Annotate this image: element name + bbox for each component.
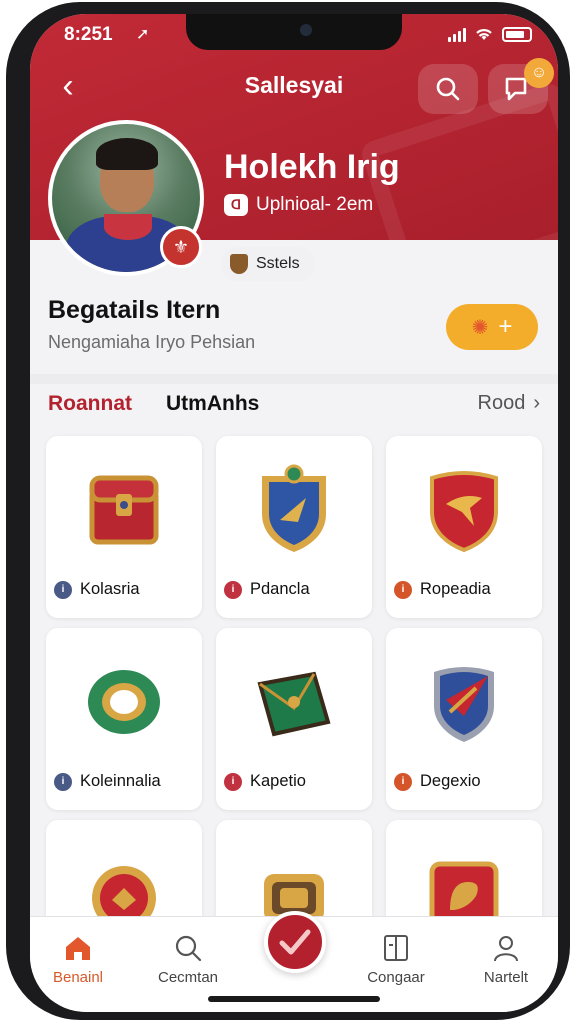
item-label: Kolasria [80,580,140,598]
player-name: Holekh Irig [224,148,400,186]
tab-search[interactable]: Cecmtan [140,933,236,986]
player-subtitle-text: Uplnioal- 2em [256,194,374,215]
section-divider [30,374,558,384]
section-title: Begatails Itern [48,296,221,324]
tab-active[interactable]: Roannat [48,392,132,416]
item-label: Ropeadia [420,580,491,598]
status-bar: 8:251 ➚ [64,24,532,48]
status-time: 8:251 [64,24,113,45]
red-shield-icon [430,471,498,553]
tab-search-label: Cecmtan [157,969,219,986]
item-label: Degexio [420,772,481,790]
item-tabs: Roannat UtmAnhs Rood › [48,392,540,422]
item-dot-icon: i [54,772,72,791]
section-subtitle: Nengamiaha Iryo Pehsian [48,332,256,352]
item-dot-icon: i [394,772,412,791]
search-icon [436,77,460,101]
tab-documents[interactable]: Congaar [348,933,444,986]
item-label: Pdancla [250,580,310,598]
item-label: Kapetio [250,772,306,790]
tab-second[interactable]: UtmAnhs [166,392,259,416]
profile-icon [494,936,518,962]
blue-shield-icon [434,667,494,742]
see-all-label: Rood [477,392,526,414]
wallet-icon [257,671,331,737]
chevron-right-icon: › [533,392,540,414]
item-dot-icon: i [394,580,412,599]
page-title: Sallesyai [244,72,344,98]
sun-icon: ✺ [471,316,489,339]
chat-button[interactable]: ☺ [488,58,554,114]
status-pill[interactable]: Sstels [220,247,316,281]
item-card[interactable]: i Kolasria [46,436,202,618]
ring-icon [88,670,160,734]
document-icon [384,935,408,961]
add-glyph: + [498,313,513,340]
wifi-icon [476,29,492,40]
item-card[interactable]: i Ropeadia [386,436,542,618]
player-subtitle: ᗡ Uplnioal- 2em [224,194,373,216]
tab-home[interactable]: Benainl [30,933,126,986]
home-indicator [208,996,380,1002]
item-card[interactable]: i Kapetio [216,628,372,810]
phone-frame: 8:251 ➚ ‹ Sallesyai ☺ ⚜ Holekh Irig ᗡ Up… [6,2,570,1020]
search-icon [175,935,202,962]
battery-icon [502,26,532,42]
tab-profile[interactable]: Nartelt [458,933,554,986]
item-label: Koleinnalia [80,772,161,790]
smile-icon: ☺ [524,58,554,88]
tab-profile-label: Nartelt [483,969,529,986]
app-screen: 8:251 ➚ ‹ Sallesyai ☺ ⚜ Holekh Irig ᗡ Up… [30,14,558,1012]
item-dot-icon: i [54,580,72,599]
tab-documents-label: Congaar [367,969,425,986]
crest-shield-icon [262,464,326,552]
item-card[interactable]: i Pdancla [216,436,372,618]
see-all-link[interactable]: Rood › [478,392,540,415]
item-card[interactable]: i Koleinnalia [46,628,202,810]
status-pill-label: Sstels [256,255,300,272]
add-item-button[interactable]: ✺ + [446,304,538,350]
shield-icon [230,254,248,274]
search-button[interactable] [418,64,478,114]
item-dot-icon: i [224,772,242,791]
chest-icon [89,475,159,545]
signal-icon [448,26,466,42]
center-action-button[interactable] [264,911,326,973]
team-icon: ᗡ [224,194,248,216]
home-icon [66,937,90,960]
item-card[interactable]: i Degexio [386,628,542,810]
club-badge-icon: ⚜ [160,226,202,268]
bottom-tab-bar: Benainl Cecmtan Congaar Nartelt [30,911,558,1012]
tab-home-label: Benainl [52,969,104,986]
item-dot-icon: i [224,580,242,599]
location-icon: ➚ [136,26,150,43]
check-icon [279,929,311,955]
